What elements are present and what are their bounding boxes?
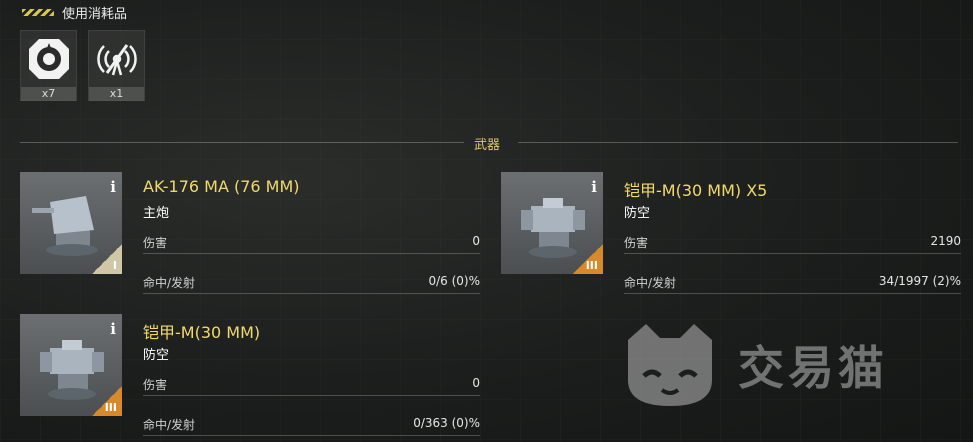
consumables-title: 使用消耗品 (62, 7, 128, 22)
consumable-repair-kit[interactable]: x7 (20, 30, 77, 101)
accuracy-label: 命中/发射 (143, 418, 196, 432)
accuracy-label: 命中/发射 (624, 276, 677, 290)
damage-row: 伤害 0 (143, 234, 480, 254)
weapons-section-title: 武器 (474, 138, 501, 153)
accuracy-value: 0/6 (0)% (428, 274, 480, 288)
tier-badge: I (92, 244, 122, 274)
weapon-thumbnail: i I (20, 172, 122, 274)
watermark: 交易猫 (620, 320, 950, 410)
damage-label: 伤害 (624, 236, 649, 250)
damage-value: 0 (472, 376, 480, 390)
damage-value: 2190 (930, 234, 961, 248)
damage-row: 伤害 2190 (624, 234, 961, 254)
damage-value: 0 (472, 234, 480, 248)
accuracy-row: 命中/发射 0/363 (0)% (143, 416, 480, 436)
cat-logo-icon (628, 324, 712, 406)
consumable-count: x1 (89, 87, 144, 101)
weapon-type: 主炮 (143, 206, 170, 221)
accuracy-value: 34/1997 (2)% (878, 274, 961, 288)
weapon-thumbnail: i III (20, 314, 122, 416)
tier-badge: III (573, 244, 603, 274)
repair-kit-icon (21, 31, 76, 87)
divider-right (518, 142, 958, 143)
damage-label: 伤害 (143, 378, 168, 392)
divider-left (20, 142, 464, 143)
weapon-name: 铠甲-M(30 MM) (143, 323, 261, 342)
info-icon[interactable]: i (110, 178, 116, 196)
weapon-thumbnail: i III (501, 172, 603, 274)
accuracy-row: 命中/发射 0/6 (0)% (143, 274, 480, 294)
damage-label: 伤害 (143, 236, 168, 250)
jammer-antenna-icon (89, 31, 144, 87)
consumable-jammer[interactable]: x1 (88, 30, 145, 101)
weapon-name: 铠甲-M(30 MM) X5 (624, 181, 768, 200)
accuracy-value: 0/363 (0)% (413, 416, 480, 430)
stripes-icon (22, 9, 54, 16)
weapon-card[interactable]: i III 铠甲-M(30 MM) X5 防空 伤害 2190 命中/发射 34… (501, 172, 961, 294)
weapon-name: AK-176 MA (76 MM) (143, 177, 300, 196)
consumable-count: x7 (21, 87, 76, 101)
weapon-card[interactable]: i III 铠甲-M(30 MM) 防空 伤害 0 命中/发射 0/363 (0… (20, 314, 480, 436)
info-icon[interactable]: i (591, 178, 597, 196)
consumables-header: 使用消耗品 (22, 3, 127, 22)
info-icon[interactable]: i (110, 320, 116, 338)
accuracy-label: 命中/发射 (143, 276, 196, 290)
watermark-text: 交易猫 (738, 341, 888, 395)
damage-row: 伤害 0 (143, 376, 480, 396)
accuracy-row: 命中/发射 34/1997 (2)% (624, 274, 961, 294)
weapon-card[interactable]: i I AK-176 MA (76 MM) 主炮 伤害 0 命中/发射 0/6 … (20, 172, 480, 294)
tier-badge: III (92, 386, 122, 416)
weapon-type: 防空 (624, 206, 651, 221)
weapon-type: 防空 (143, 348, 170, 363)
